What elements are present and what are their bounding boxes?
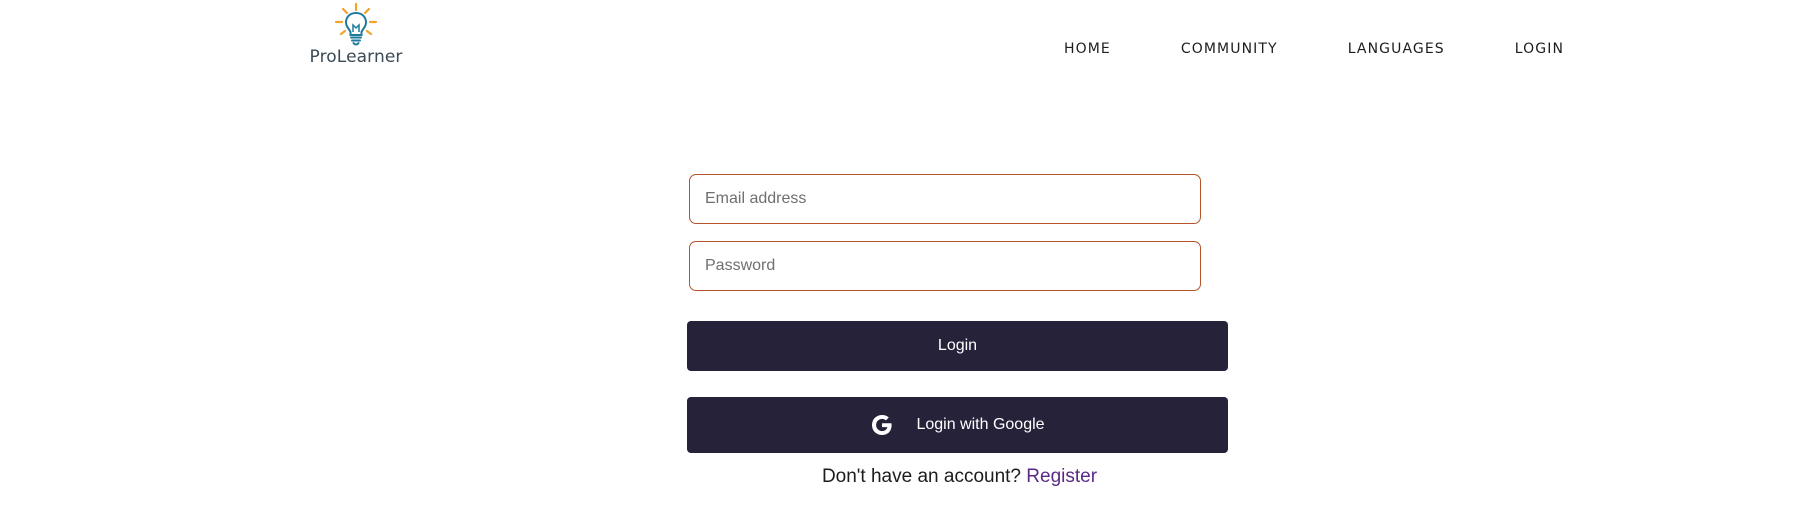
brand-name: ProLearner <box>309 47 403 67</box>
register-prompt: Don't have an account? Register <box>689 466 1230 488</box>
google-login-label: Login with Google <box>916 416 1045 433</box>
main-nav: HOME COMMUNITY LANGUAGES LOGIN <box>1040 38 1564 60</box>
login-button[interactable]: Login <box>687 321 1228 371</box>
password-field[interactable] <box>689 241 1201 291</box>
email-field[interactable] <box>689 174 1201 224</box>
google-login-button[interactable]: Login with Google <box>687 397 1228 453</box>
nav-item-community[interactable]: COMMUNITY <box>1181 38 1278 60</box>
lightbulb-icon <box>334 2 378 46</box>
register-link[interactable]: Register <box>1026 466 1097 487</box>
logo-link[interactable]: ProLearner <box>306 2 406 68</box>
login-button-label: Login <box>937 337 978 354</box>
nav-item-languages[interactable]: LANGUAGES <box>1348 38 1445 60</box>
register-prompt-text: Don't have an account? <box>821 466 1021 487</box>
google-icon <box>872 415 893 435</box>
nav-item-home[interactable]: HOME <box>1064 38 1111 60</box>
nav-item-login[interactable]: LOGIN <box>1515 38 1564 60</box>
